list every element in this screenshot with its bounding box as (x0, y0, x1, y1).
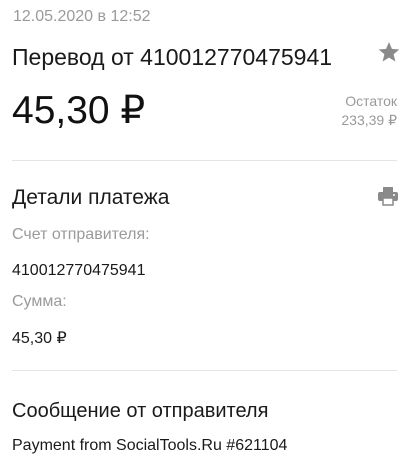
payment-datetime: 12.05.2020 в 12:52 (13, 8, 151, 25)
divider (12, 160, 397, 161)
message-text: Payment from SocialTools.Ru #621104 (12, 437, 288, 454)
printer-icon[interactable] (377, 186, 399, 206)
message-title: Сообщение от отправителя (12, 400, 269, 422)
star-icon[interactable] (377, 40, 401, 64)
sender-account-value: 410012770475941 (12, 262, 146, 279)
payment-amount: 45,30 ₽ (12, 89, 146, 132)
page-title: Перевод от 410012770475941 (12, 44, 333, 70)
balance-value: 233,39 ₽ (341, 112, 397, 128)
divider (12, 370, 397, 371)
sender-account-label: Счет отправителя: (12, 226, 150, 243)
sum-label: Сумма: (12, 293, 67, 310)
details-title: Детали платежа (12, 186, 170, 209)
balance-label: Остаток (345, 93, 397, 109)
sum-value: 45,30 ₽ (12, 330, 67, 347)
